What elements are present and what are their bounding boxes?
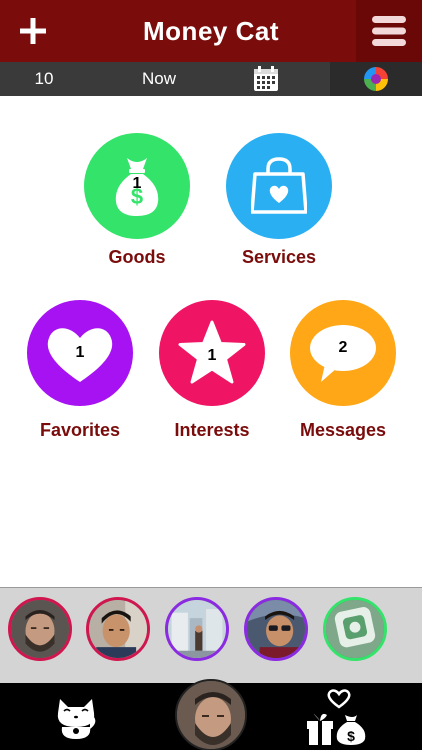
- services-label: Services: [241, 247, 317, 267]
- goods-circle: $ 1: [84, 133, 190, 239]
- services-category[interactable]: Services: [209, 133, 349, 268]
- favorites-circle: 1: [27, 300, 133, 406]
- friend-avatar[interactable]: [323, 597, 387, 661]
- goods-badge: 1: [132, 174, 142, 192]
- favorites-badge: 1: [75, 344, 85, 361]
- bottom-bar: $: [0, 679, 422, 750]
- app-root: Money Cat 10 Now $ 1 Goods Services 1 Fa…: [0, 0, 422, 750]
- color-filter-button[interactable]: [330, 62, 422, 96]
- interests-category[interactable]: 1 Interests: [142, 300, 282, 441]
- avatar-young-man: [89, 600, 147, 658]
- header-bar: Money Cat: [0, 0, 422, 62]
- goods-label: Goods: [108, 247, 166, 267]
- calendar-button[interactable]: [230, 62, 302, 96]
- app-title: Money Cat: [143, 15, 279, 46]
- messages-badge: 2: [338, 338, 348, 356]
- favorites-label: Favorites: [39, 420, 121, 440]
- messages-category[interactable]: 2 Messages: [273, 300, 413, 441]
- avatar-man-sunglasses: [247, 600, 305, 658]
- goods-category[interactable]: $ 1 Goods: [67, 133, 207, 268]
- plus-icon: [20, 18, 46, 44]
- interests-circle: 1: [159, 300, 265, 406]
- my-profile-avatar[interactable]: [175, 679, 247, 750]
- messages-circle: 2: [290, 300, 396, 406]
- friend-avatar[interactable]: [86, 597, 150, 661]
- gift-money-heart-icon[interactable]: $: [305, 687, 369, 747]
- interests-badge: 1: [207, 347, 217, 365]
- hamburger-menu-icon: [372, 16, 406, 46]
- avatar-man-beard: [11, 600, 69, 658]
- friend-avatar[interactable]: [244, 597, 308, 661]
- calendar-icon: [254, 66, 278, 91]
- favorites-category[interactable]: 1 Favorites: [10, 300, 150, 441]
- menu-button[interactable]: [356, 0, 422, 62]
- add-button[interactable]: [0, 0, 66, 62]
- shopping-bag-icon: [251, 157, 307, 214]
- services-circle: [226, 133, 332, 239]
- time-filter-button[interactable]: Now: [88, 62, 230, 96]
- svg-text:$: $: [347, 728, 355, 744]
- filter-bar: 10 Now: [0, 62, 422, 96]
- interests-label: Interests: [174, 420, 250, 440]
- lucky-cat-icon[interactable]: [52, 693, 100, 741]
- avatar-man-beard: [177, 681, 245, 749]
- item-count: 10: [34, 69, 54, 88]
- friend-avatar[interactable]: [8, 597, 72, 661]
- avatar-street-scene: [168, 600, 226, 658]
- avatar-app-tile: [326, 600, 384, 658]
- color-wheel-icon: [364, 67, 388, 91]
- messages-label: Messages: [299, 420, 387, 440]
- friends-strip: [0, 587, 422, 683]
- friend-avatar[interactable]: [165, 597, 229, 661]
